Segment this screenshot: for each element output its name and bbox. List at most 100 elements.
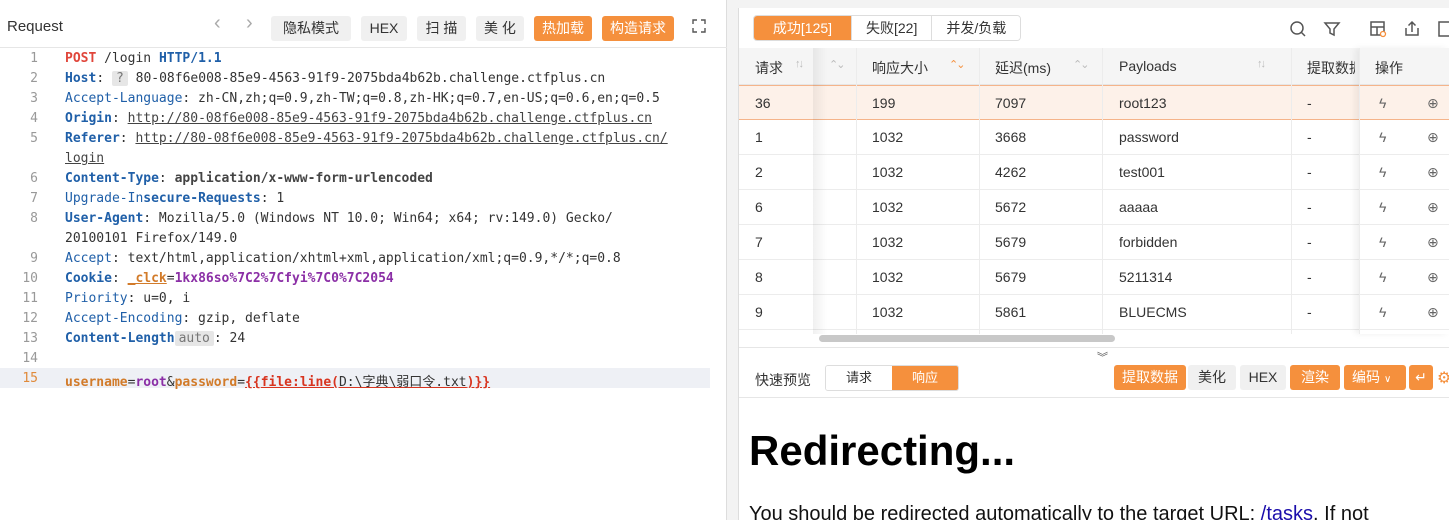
preview-hex-button[interactable]: HEX [1240, 365, 1286, 390]
table-row[interactable]: 9 1032 5861 BLUECMS - ϟ ⊕ [739, 295, 1449, 330]
actions-column-shadow [1359, 48, 1449, 334]
cell-extract: - [1307, 129, 1312, 145]
cell-request: 2 [755, 164, 763, 180]
private-mode-button[interactable]: 隐私模式 [271, 16, 351, 41]
header-referer-continued: login [65, 151, 105, 166]
header-origin: Origin: http://80-08f6e008-85e9-4563-91f… [65, 111, 653, 126]
sort-icon[interactable]: ↑↓ [795, 58, 804, 70]
cell-delay: 5861 [995, 304, 1027, 320]
col-extract[interactable]: 提取数据 [1307, 58, 1355, 78]
header-accept-language: Accept-Language: zh-CN,zh;q=0.9,zh-TW;q=… [65, 91, 660, 106]
tab-success[interactable]: 成功[125] [754, 16, 852, 40]
preview-tabs: 请求 响应 [825, 365, 959, 391]
line-number: 13 [22, 331, 38, 346]
scan-button[interactable]: 扫 描 [417, 16, 466, 41]
gear-icon[interactable]: ⚙ [1437, 368, 1449, 388]
table-row[interactable]: 8 1032 5679 5211314- ϟ ⊕ [739, 260, 1449, 295]
extract-data-button[interactable]: 提取数据 [1114, 365, 1186, 390]
content-length-auto-chip[interactable]: auto [174, 331, 214, 346]
col-delay[interactable]: 延迟(ms) [995, 58, 1051, 78]
table-row[interactable]: 36 199 7097 root123- ϟ ⊕ [739, 85, 1449, 120]
request-path: /login [96, 51, 159, 66]
prev-arrow-icon[interactable]: ‹ [214, 13, 221, 33]
sort-icon[interactable]: ⌃⌄ [829, 58, 846, 71]
header-user-agent-continued: 20100101 Firefox/149.0 [65, 231, 238, 246]
render-button[interactable]: 渲染 [1290, 365, 1340, 390]
column-divider [979, 48, 980, 334]
table-row[interactable]: 6 1032 5672 aaaaa - ϟ ⊕ [739, 190, 1449, 225]
http-version: HTTP/1.1 [158, 51, 222, 66]
section-divider [739, 347, 1449, 348]
host-help-chip[interactable]: ? [111, 71, 128, 86]
table-settings-icon[interactable] [1366, 17, 1390, 41]
cell-delay: 5672 [995, 199, 1027, 215]
horizontal-scrollbar[interactable] [819, 335, 1115, 342]
wrap-icon[interactable]: ↵ [1409, 365, 1433, 390]
fullscreen-icon[interactable] [692, 19, 706, 33]
cell-extract: - [1307, 234, 1312, 250]
sort-icon[interactable]: ↑↓ [1257, 58, 1266, 70]
http-method: POST [65, 51, 97, 66]
sort-icon[interactable]: ⌃⌄ [1073, 58, 1090, 71]
preview-beautify-button[interactable]: 美化 [1188, 365, 1236, 390]
cell-request: 8 [755, 269, 763, 285]
result-tabs: 成功[125] 失败[22] 并发/负载 [753, 15, 1022, 41]
header-referer: Referer: http://80-08f6e008-85e9-4563-91… [65, 131, 668, 146]
cell-response-size: 1032 [872, 304, 904, 320]
column-divider [856, 48, 857, 334]
results-table-header: 请求 ↑↓ ⌃⌄ 响应大小 ⌃⌄ 延迟(ms) ⌃⌄ Payloads ↑↓ 提… [739, 48, 1449, 85]
build-request-button[interactable]: 构造请求 [602, 16, 674, 41]
cell-payload: BLUECMS [1119, 304, 1187, 320]
request-pane: Request ‹ › 隐私模式 HEX 扫 描 美 化 热加载 构造请求 1 … [0, 0, 727, 520]
request-line: POST /login HTTP/1.1 [65, 51, 222, 66]
cell-response-size: 199 [872, 95, 896, 111]
hot-load-button[interactable]: 热加载 [534, 16, 592, 41]
preview-toolbar: 快速预览 请求 响应 提取数据 美化 HEX 渲染 编码 ∨ ↵ ⚙ [739, 358, 1449, 398]
line-number: 8 [30, 211, 38, 226]
preview-tab-request[interactable]: 请求 [826, 366, 892, 390]
next-arrow-icon[interactable]: › [246, 13, 253, 33]
column-divider [1102, 48, 1103, 334]
header-user-agent: User-Agent: Mozilla/5.0 (Windows NT 10.0… [65, 211, 613, 226]
cell-payload: root123 [1119, 95, 1167, 111]
cell-request: 6 [755, 199, 763, 215]
cell-response-size: 1032 [872, 234, 904, 250]
request-title: Request [7, 18, 63, 35]
request-editor[interactable]: 1 2 3 4 5 6 7 8 9 10 11 12 13 14 15 POST… [0, 48, 710, 520]
line-number: 12 [22, 311, 38, 326]
encode-dropdown[interactable]: 编码 ∨ [1344, 365, 1406, 390]
hex-button[interactable]: HEX [361, 16, 407, 41]
results-pane: 成功[125] 失败[22] 并发/负载 请求 ↑↓ ⌃⌄ 响应大小 ⌃⌄ 延迟… [738, 8, 1449, 520]
request-body: username=root&password={{file:line(D:\字典… [65, 375, 491, 390]
render-paragraph: You should be redirected automatically t… [749, 503, 1369, 520]
col-request[interactable]: 请求 [755, 58, 783, 78]
col-response-size[interactable]: 响应大小 [872, 58, 928, 78]
request-toolbar: Request ‹ › 隐私模式 HEX 扫 描 美 化 热加载 构造请求 [0, 0, 727, 48]
cell-request: 36 [755, 95, 771, 111]
cell-delay: 7097 [995, 95, 1027, 111]
tab-concurrency[interactable]: 并发/负载 [932, 16, 1021, 40]
cell-response-size: 1032 [872, 199, 904, 215]
app-root: Request ‹ › 隐私模式 HEX 扫 描 美 化 热加载 构造请求 1 … [0, 0, 1449, 520]
header-content-type: Content-Type: application/x-www-form-url… [65, 171, 433, 186]
cell-payload: forbidden [1119, 234, 1178, 250]
filter-icon[interactable] [1320, 17, 1344, 41]
line-number: 15 [22, 371, 38, 386]
pane-splitter[interactable] [727, 0, 738, 520]
preview-tab-response[interactable]: 响应 [892, 366, 958, 390]
cell-response-size: 1032 [872, 164, 904, 180]
beautify-button[interactable]: 美 化 [476, 16, 524, 41]
line-number: 6 [30, 171, 38, 186]
cell-response-size: 1032 [872, 129, 904, 145]
line-number: 3 [30, 91, 38, 106]
tab-failed[interactable]: 失败[22] [852, 16, 933, 40]
sort-active-icon[interactable]: ⌃⌄ [949, 58, 966, 71]
table-row[interactable]: 2 1032 4262 test001- ϟ ⊕ [739, 155, 1449, 190]
redirect-link[interactable]: /tasks [1261, 503, 1313, 520]
table-row[interactable]: 1 1032 3668 password - ϟ ⊕ [739, 120, 1449, 155]
more-icon[interactable] [1434, 17, 1449, 41]
table-row[interactable]: 7 1032 5679 forbidden - ϟ ⊕ [739, 225, 1449, 260]
export-icon[interactable] [1400, 17, 1424, 41]
col-payloads[interactable]: Payloads [1119, 58, 1177, 74]
search-icon[interactable] [1286, 17, 1310, 41]
